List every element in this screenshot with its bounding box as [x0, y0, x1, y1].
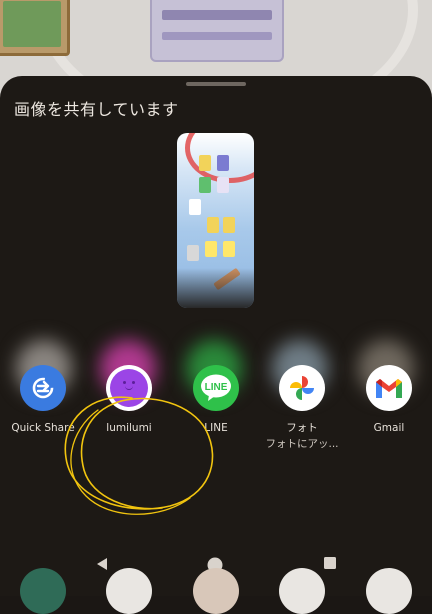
line-icon: LINE [193, 365, 239, 411]
app-label: Gmail [373, 422, 405, 434]
image-preview [177, 133, 254, 308]
background-card [0, 0, 70, 56]
quick-share-icon [20, 365, 66, 411]
app-target-partial[interactable] [193, 568, 239, 614]
background-card [150, 0, 284, 62]
app-quick-share[interactable]: Quick Share [0, 365, 86, 475]
app-line[interactable]: LINE LINE [173, 365, 259, 475]
drag-handle[interactable] [186, 82, 246, 86]
app-sublabel: フォトにアッ... [265, 438, 339, 450]
app-label: LINE [204, 422, 228, 434]
app-label: lumilumi [106, 422, 152, 434]
app-targets: Quick Share lumilumi LINE LINE フォト フォトにア… [0, 365, 432, 475]
app-target-partial[interactable] [279, 568, 325, 614]
google-photos-icon [279, 365, 325, 411]
app-target-partial[interactable] [366, 568, 412, 614]
gmail-icon [366, 365, 412, 411]
line-logo-text: LINE [205, 382, 228, 393]
lumilumi-icon [106, 365, 152, 411]
app-target-partial[interactable] [20, 568, 66, 614]
sheet-title: 画像を共有しています [14, 100, 179, 119]
app-google-photos[interactable]: フォト フォトにアッ... [259, 365, 345, 475]
app-label: Quick Share [11, 422, 75, 434]
app-gmail[interactable]: Gmail [346, 365, 432, 475]
share-sheet: 画像を共有しています [0, 76, 432, 596]
app-label: フォト [286, 422, 318, 434]
app-target-partial[interactable] [106, 568, 152, 614]
app-lumilumi[interactable]: lumilumi [86, 365, 172, 475]
more-app-targets [0, 566, 432, 614]
